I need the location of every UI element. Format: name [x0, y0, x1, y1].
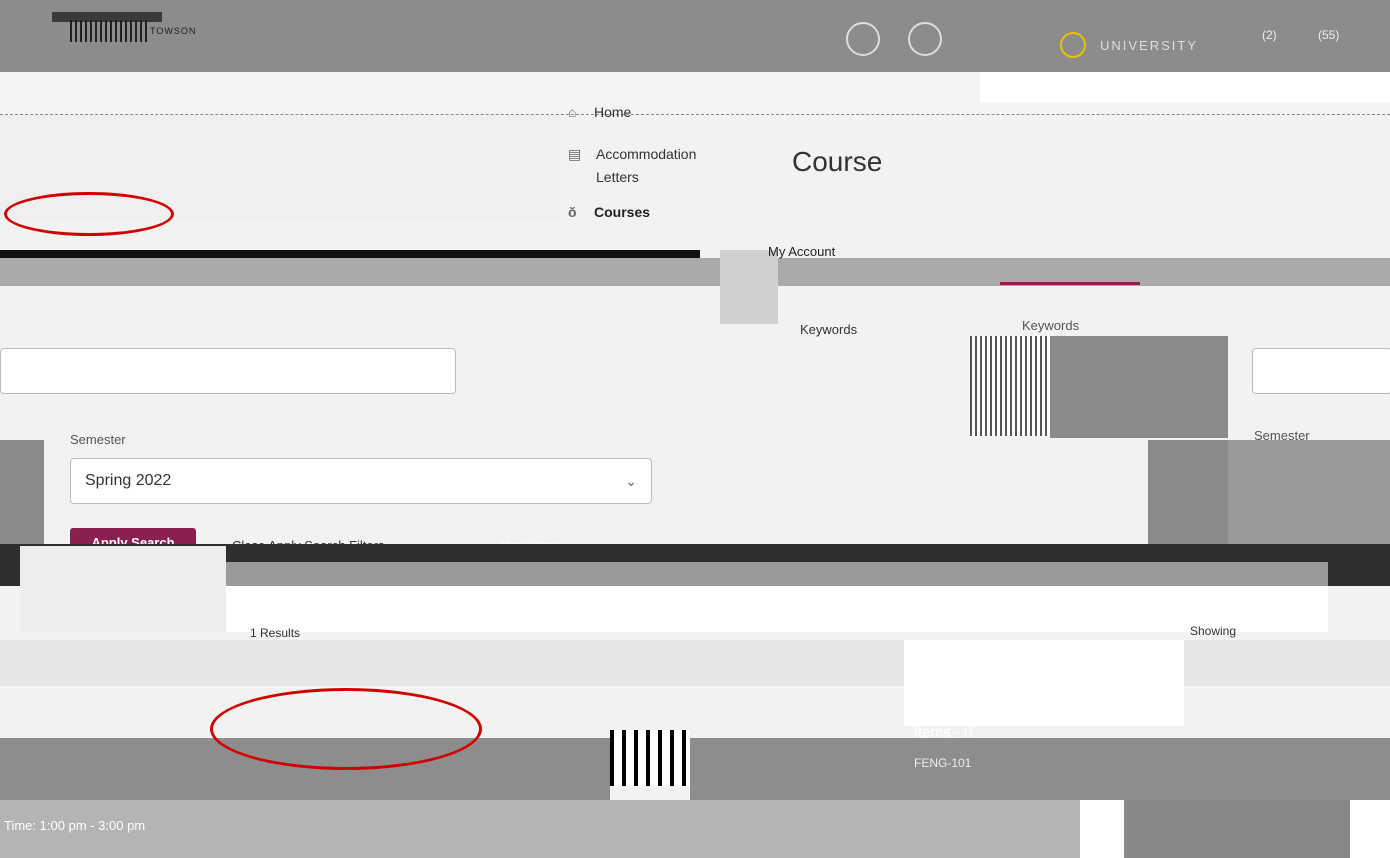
semester-select[interactable]: Spring 2022 ⌄ [70, 458, 652, 504]
chevron-down-icon: ⌄ [625, 472, 637, 489]
grey-block-left [0, 440, 44, 544]
keywords-label-secondary: Keywords [1022, 318, 1080, 333]
semester-label: Semester [70, 432, 126, 447]
barcode-block [610, 730, 690, 786]
grey-block-right-2 [1228, 440, 1390, 544]
nav-my-account[interactable]: My Account [768, 244, 835, 259]
bottom-band [0, 800, 1080, 858]
grey-block-right [1148, 440, 1228, 544]
nav-courses-label: Courses [594, 204, 651, 220]
tab-underline [1000, 282, 1140, 285]
white-block [904, 640, 1184, 726]
lower-grey-right [690, 738, 1390, 800]
keywords-input-secondary[interactable] [1252, 348, 1390, 394]
glitch-block [970, 336, 1050, 436]
university-text: UNIVERSITY [1100, 38, 1199, 53]
logo[interactable] [70, 20, 150, 42]
annotation-oval-results [210, 688, 482, 770]
keywords-input[interactable] [0, 348, 456, 394]
course-time: Time: 1:00 pm - 3:00 pm [4, 818, 146, 833]
annotation-oval [4, 192, 174, 236]
nav-home[interactable]: ⌂ Home [568, 104, 631, 120]
apple-icon: ŏ [568, 204, 577, 220]
items-count: Items - 0 [914, 724, 973, 741]
semester-select-value: Spring 2022 [85, 472, 172, 489]
divider [0, 250, 700, 258]
header-white-block [980, 72, 1390, 102]
result-band [0, 640, 904, 686]
result-band-right [1184, 640, 1390, 686]
nav-home-label: Home [594, 104, 632, 120]
university-icon [1060, 32, 1086, 58]
bottom-grey [1124, 800, 1350, 858]
nav-my-account-label: My Account [768, 244, 836, 259]
keywords-label: Keywords [800, 322, 858, 337]
page-title: Course [792, 146, 883, 177]
showing-label: Showing [1190, 624, 1237, 638]
logo-text: TOWSON [150, 26, 197, 36]
course-code[interactable]: FENG-101 [914, 756, 971, 770]
nav-courses[interactable]: ŏ Courses [568, 204, 650, 220]
message-icon: ▤ [568, 146, 582, 162]
notification-button[interactable]: (2) [1262, 28, 1277, 42]
top-header [0, 0, 1390, 72]
messages-button[interactable]: (55) [1318, 28, 1339, 42]
circle-icon[interactable] [846, 22, 880, 56]
nav-accommodation-letters[interactable]: ▤ Accommodation Letters [568, 143, 718, 189]
nav-accommodation-label: Accommodation Letters [596, 146, 697, 185]
white-strip [226, 586, 1328, 632]
results-count: 1 Results [250, 626, 301, 640]
bottom-white-right [1350, 800, 1390, 858]
grey-strip [226, 562, 1328, 586]
home-icon: ⌂ [568, 104, 577, 120]
circle-icon[interactable] [908, 22, 942, 56]
block [720, 250, 778, 324]
light-block [20, 546, 226, 632]
grey-block [1050, 336, 1228, 438]
band [0, 258, 1390, 286]
bottom-white [1080, 800, 1124, 858]
